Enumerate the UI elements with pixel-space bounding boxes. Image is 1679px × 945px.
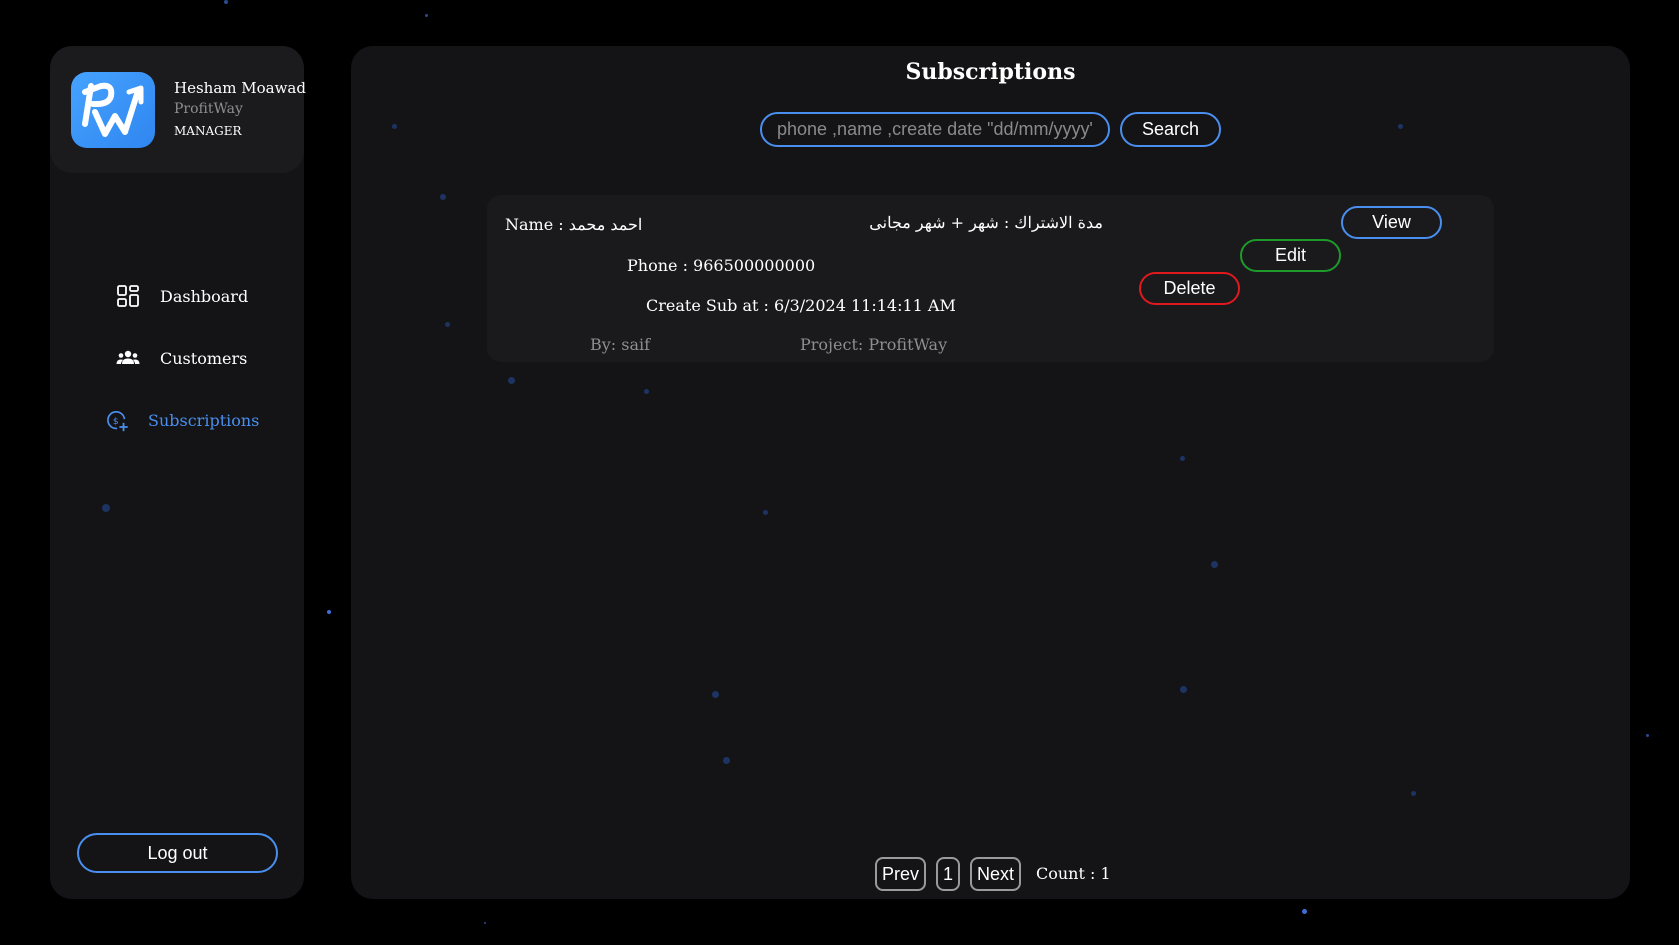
svg-text:$: $ xyxy=(113,416,119,427)
subscription-dollar-icon: $ xyxy=(106,408,130,432)
logout-button[interactable]: Log out xyxy=(77,833,278,873)
edit-button[interactable]: Edit xyxy=(1240,239,1341,272)
background-star xyxy=(508,377,515,384)
subscription-project: Project: ProfitWay xyxy=(800,335,948,354)
profile-company: ProfitWay xyxy=(174,101,243,117)
view-button[interactable]: View xyxy=(1341,206,1442,239)
sidebar-item-dashboard[interactable]: Dashboard xyxy=(116,284,248,308)
background-star xyxy=(440,194,446,200)
main-panel: Subscriptions Search Name : احمد محمد مد… xyxy=(351,46,1630,899)
subscription-card: Name : احمد محمد مدة الاشتراك : شهر + شه… xyxy=(487,195,1494,362)
subscription-duration: مدة الاشتراك : شهر + شهر مجانى xyxy=(869,213,1103,232)
subscription-created-date: Create Sub at : 6/3/2024 11:14:11 AM xyxy=(646,296,956,315)
background-star xyxy=(392,124,397,129)
background-star xyxy=(644,389,649,394)
subscription-phone: Phone : 966500000000 xyxy=(627,256,816,275)
search-button[interactable]: Search xyxy=(1120,112,1221,147)
sidebar-item-subscriptions[interactable]: $ Subscriptions xyxy=(106,408,259,432)
profile-card: Hesham Moawad ProfitWay MANAGER xyxy=(50,46,306,173)
next-page-button[interactable]: Next xyxy=(970,857,1021,891)
background-star xyxy=(723,757,730,764)
subscription-name: Name : احمد محمد xyxy=(505,215,643,234)
dashboard-grid-icon xyxy=(116,284,140,308)
background-star xyxy=(1180,456,1185,461)
background-star xyxy=(224,0,228,4)
prev-page-button[interactable]: Prev xyxy=(875,857,926,891)
background-star xyxy=(1646,734,1649,737)
background-star xyxy=(425,14,428,17)
background-star xyxy=(102,504,110,512)
sidebar: Hesham Moawad ProfitWay MANAGER Dashboar… xyxy=(50,46,306,899)
sidebar-item-label: Subscriptions xyxy=(148,410,260,430)
subscription-created-by: By: saif xyxy=(590,335,651,354)
background-star xyxy=(1180,686,1187,693)
customers-group-icon xyxy=(116,346,140,370)
background-star xyxy=(763,510,768,515)
result-count: Count : 1 xyxy=(1036,864,1111,883)
search-input[interactable] xyxy=(760,112,1110,147)
background-star xyxy=(712,691,719,698)
background-star xyxy=(1398,124,1403,129)
page-title: Subscriptions xyxy=(905,59,1076,85)
background-star xyxy=(445,322,450,327)
profitway-logo-icon xyxy=(71,72,155,148)
background-star xyxy=(1211,561,1218,568)
sidebar-item-label: Customers xyxy=(160,348,248,368)
sidebar-item-label: Dashboard xyxy=(160,286,249,306)
background-star xyxy=(1302,909,1307,914)
profitway-logo-svg xyxy=(82,82,144,137)
delete-button[interactable]: Delete xyxy=(1139,272,1240,305)
background-star xyxy=(327,610,331,614)
page-number-button[interactable]: 1 xyxy=(936,857,960,891)
sidebar-item-customers[interactable]: Customers xyxy=(116,346,247,370)
background-star xyxy=(484,922,486,924)
profile-role: MANAGER xyxy=(174,124,242,138)
profile-name: Hesham Moawad xyxy=(174,79,306,97)
background-star xyxy=(1411,791,1416,796)
app-root: Hesham Moawad ProfitWay MANAGER Dashboar… xyxy=(0,0,1679,945)
